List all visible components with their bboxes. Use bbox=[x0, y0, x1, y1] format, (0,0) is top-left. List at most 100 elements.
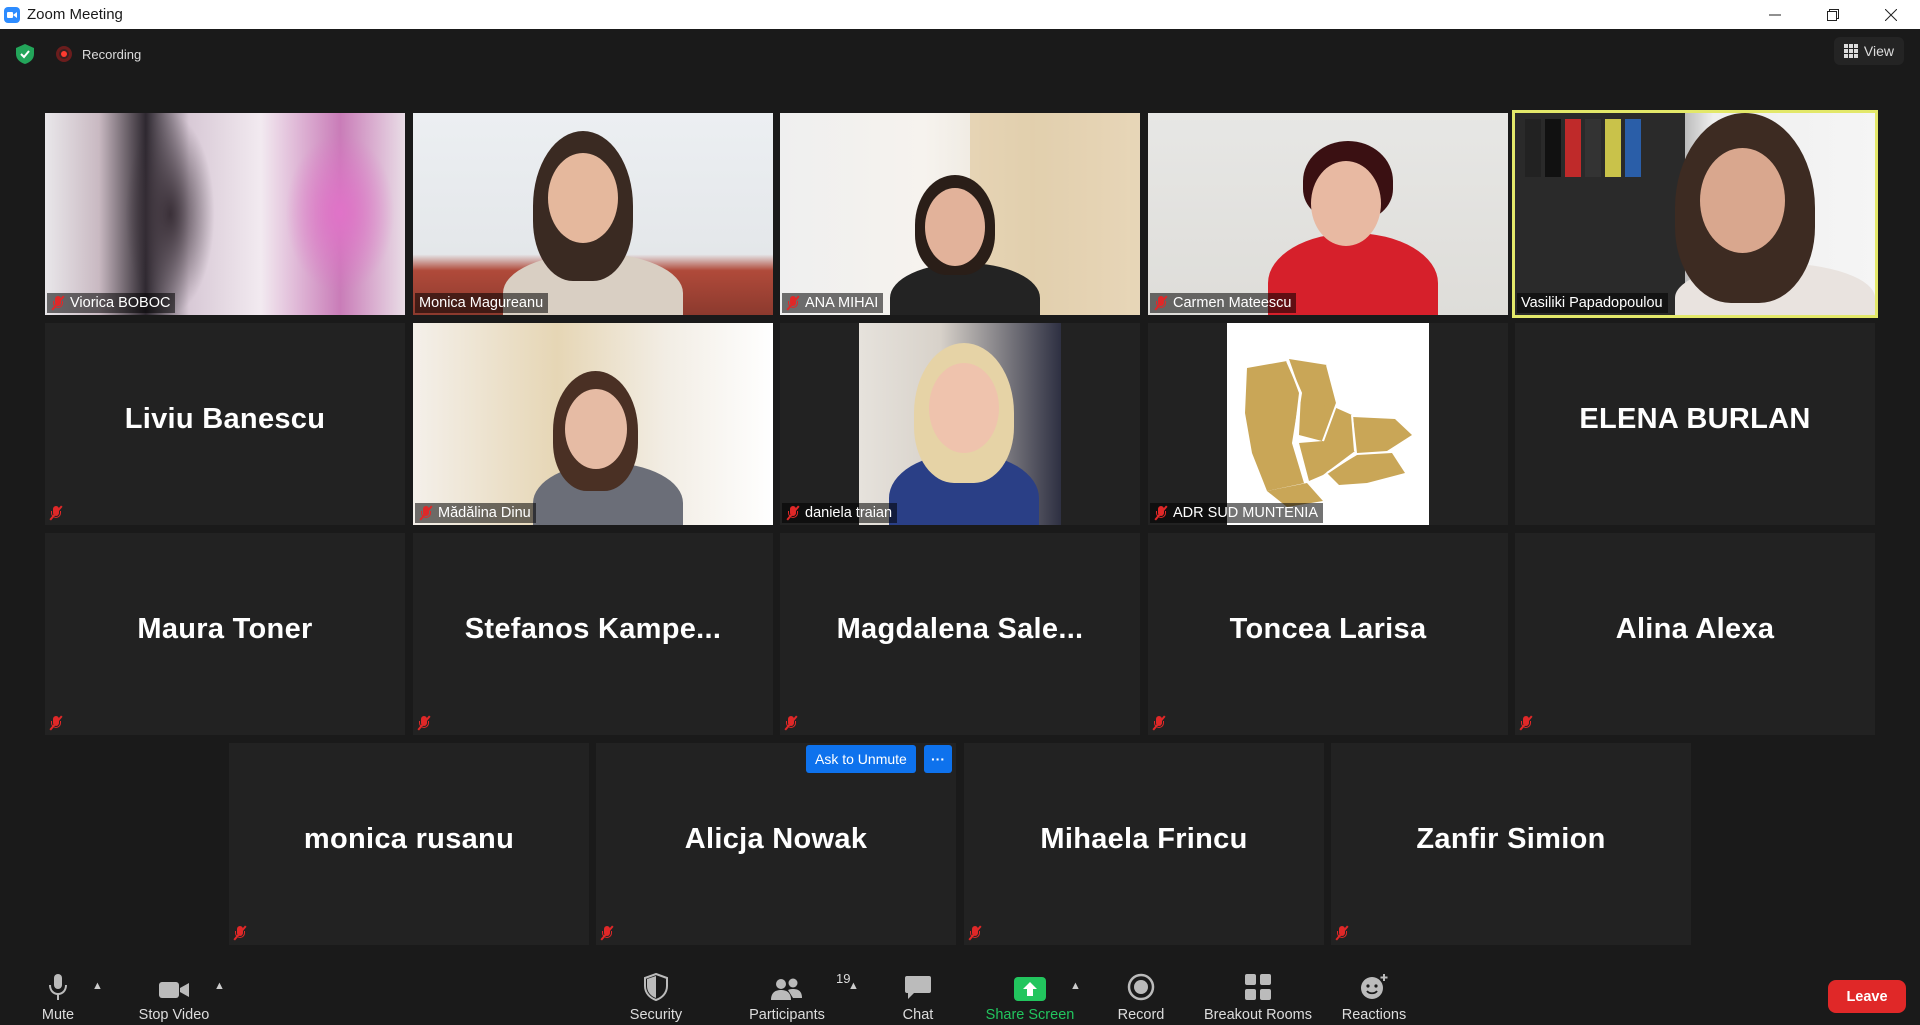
participant-tile[interactable]: Stefanos Kampe... bbox=[413, 533, 773, 735]
muted-mic-icon bbox=[1154, 505, 1168, 521]
recording-indicator[interactable]: Recording bbox=[56, 46, 141, 62]
participant-name-tag: Monica Magureanu bbox=[415, 293, 549, 313]
recording-label: Recording bbox=[82, 46, 142, 62]
participant-tile[interactable]: ADR SUD MUNTENIA bbox=[1148, 323, 1508, 525]
participants-options-chevron-icon[interactable]: ▲ bbox=[848, 980, 859, 992]
participant-tile[interactable]: Liviu Banescu bbox=[45, 323, 405, 525]
minimize-button[interactable] bbox=[1746, 0, 1804, 29]
participant-name: Viorica BOBOC bbox=[70, 295, 171, 311]
video-options-chevron-icon[interactable]: ▲ bbox=[214, 980, 225, 992]
participant-name: Magdalena Sale... bbox=[836, 613, 1084, 645]
more-options-button[interactable]: ··· bbox=[924, 745, 952, 773]
microphone-icon bbox=[49, 974, 67, 1000]
view-button[interactable]: View bbox=[1833, 37, 1904, 65]
participant-tile[interactable]: Mădălina Dinu bbox=[413, 323, 773, 525]
participant-tile[interactable]: Carmen Mateescu bbox=[1148, 113, 1508, 315]
mute-button[interactable]: Mute bbox=[30, 960, 86, 1025]
video-feed bbox=[1148, 113, 1508, 315]
muted-mic-icon bbox=[49, 714, 69, 732]
participant-tile-active-speaker[interactable]: Vasiliki Papadopoulou bbox=[1512, 110, 1878, 318]
participant-name-tag: Mădălina Dinu bbox=[415, 503, 536, 523]
participants-label: Participants bbox=[749, 1007, 825, 1023]
muted-mic-icon bbox=[233, 924, 253, 942]
video-camera-icon bbox=[159, 982, 189, 998]
ask-to-unmute-button[interactable]: Ask to Unmute bbox=[806, 745, 916, 773]
reactions-label: Reactions bbox=[1341, 1007, 1407, 1023]
participant-name: ADR SUD MUNTENIA bbox=[1173, 505, 1319, 521]
encryption-shield-icon[interactable] bbox=[16, 44, 34, 64]
muted-mic-icon bbox=[784, 714, 804, 732]
participant-name: daniela traian bbox=[805, 505, 893, 521]
stop-video-button[interactable]: Stop Video bbox=[130, 960, 218, 1025]
stop-video-label: Stop Video bbox=[138, 1007, 210, 1023]
breakout-rooms-icon bbox=[1245, 974, 1271, 1000]
security-button[interactable]: Security bbox=[618, 960, 694, 1025]
share-options-chevron-icon[interactable]: ▲ bbox=[1070, 980, 1081, 992]
chat-label: Chat bbox=[902, 1007, 934, 1023]
video-feed bbox=[45, 113, 405, 315]
participant-name-tag: Carmen Mateescu bbox=[1150, 293, 1297, 313]
mute-label: Mute bbox=[41, 1007, 75, 1023]
muted-mic-icon bbox=[1335, 924, 1355, 942]
muted-mic-icon bbox=[51, 295, 65, 311]
participant-name: ELENA BURLAN bbox=[1579, 403, 1811, 435]
muted-mic-icon bbox=[419, 505, 433, 521]
participant-tile[interactable]: monica rusanu bbox=[229, 743, 589, 945]
meeting-top-bar: Recording View bbox=[0, 29, 1920, 79]
muted-mic-icon bbox=[600, 924, 620, 942]
share-screen-icon bbox=[1014, 977, 1046, 1001]
security-label: Security bbox=[629, 1007, 683, 1023]
participant-tile[interactable]: ANA MIHAI bbox=[780, 113, 1140, 315]
record-icon bbox=[1127, 973, 1155, 1001]
view-label: View bbox=[1863, 43, 1894, 59]
record-button[interactable]: Record bbox=[1110, 960, 1172, 1025]
participant-tile[interactable]: Toncea Larisa bbox=[1148, 533, 1508, 735]
audio-options-chevron-icon[interactable]: ▲ bbox=[92, 980, 103, 992]
participant-name: Zanfir Simion bbox=[1416, 823, 1606, 855]
restore-button[interactable] bbox=[1804, 0, 1862, 29]
leave-button[interactable]: Leave bbox=[1828, 980, 1906, 1013]
participant-tile[interactable]: daniela traian bbox=[780, 323, 1140, 525]
participant-tile[interactable]: ELENA BURLAN bbox=[1515, 323, 1875, 525]
participant-name-tag: daniela traian bbox=[782, 503, 898, 523]
video-feed bbox=[413, 113, 773, 315]
chat-icon bbox=[905, 976, 931, 999]
breakout-rooms-button[interactable]: Breakout Rooms bbox=[1196, 960, 1320, 1025]
security-shield-icon bbox=[644, 973, 668, 1001]
participant-name: Vasiliki Papadopoulou bbox=[1521, 295, 1663, 311]
participants-icon bbox=[771, 978, 802, 1000]
restore-icon bbox=[1827, 8, 1839, 21]
share-screen-label: Share Screen bbox=[985, 1007, 1075, 1023]
participant-tile[interactable]: Alina Alexa bbox=[1515, 533, 1875, 735]
participant-tile[interactable]: Monica Magureanu bbox=[413, 113, 773, 315]
video-feed bbox=[780, 113, 1140, 315]
participants-button[interactable]: 19 Participants bbox=[742, 960, 850, 1025]
participant-tile[interactable]: Mihaela Frincu bbox=[964, 743, 1324, 945]
reactions-button[interactable]: Reactions bbox=[1338, 960, 1410, 1025]
muted-mic-icon bbox=[49, 504, 69, 522]
record-label: Record bbox=[1117, 1007, 1165, 1023]
muted-mic-icon bbox=[1519, 714, 1539, 732]
participant-name: Mădălina Dinu bbox=[438, 505, 531, 521]
meeting-toolbar: Mute ▲ Stop Video ▲ Security 19 Particip… bbox=[0, 960, 1920, 1025]
close-icon bbox=[1885, 8, 1897, 21]
participant-tile[interactable]: Viorica BOBOC bbox=[45, 113, 405, 315]
participant-tile[interactable]: Magdalena Sale... bbox=[780, 533, 1140, 735]
video-feed bbox=[413, 323, 773, 525]
participant-name: Maura Toner bbox=[137, 613, 313, 645]
participant-tile[interactable]: Maura Toner bbox=[45, 533, 405, 735]
participant-name: Toncea Larisa bbox=[1229, 613, 1427, 645]
window-title-bar: Zoom Meeting bbox=[0, 0, 1920, 29]
muted-mic-icon bbox=[417, 714, 437, 732]
share-screen-button[interactable]: Share Screen bbox=[978, 960, 1082, 1025]
participant-name: Liviu Banescu bbox=[124, 403, 326, 435]
participant-name-tag: ADR SUD MUNTENIA bbox=[1150, 503, 1324, 523]
participant-name: ANA MIHAI bbox=[805, 295, 879, 311]
participant-tile[interactable]: Alicja Nowak bbox=[596, 743, 956, 945]
close-button[interactable] bbox=[1862, 0, 1920, 29]
participant-name: monica rusanu bbox=[303, 823, 515, 855]
muted-mic-icon bbox=[968, 924, 988, 942]
participant-tile[interactable]: Zanfir Simion bbox=[1331, 743, 1691, 945]
chat-button[interactable]: Chat bbox=[890, 960, 946, 1025]
participant-name: Alina Alexa bbox=[1615, 613, 1775, 645]
